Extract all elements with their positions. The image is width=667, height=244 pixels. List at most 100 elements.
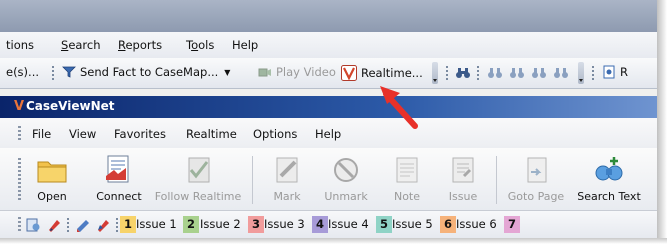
main-toolbar: Open Connect Follow Realtime Mark Unmark… — [0, 148, 657, 211]
issue-5-label[interactable]: Issue 5 — [392, 217, 433, 231]
issue-separator — [67, 218, 69, 232]
screenshot-edge-shadow — [0, 238, 667, 244]
issue-button[interactable]: Issue — [440, 152, 486, 208]
toolbar-overflow-handle[interactable] — [578, 62, 584, 84]
issue-4-chip[interactable]: 4 — [312, 216, 329, 233]
truncated-button-right-label: R — [620, 65, 628, 79]
connect-button[interactable]: Connect — [91, 152, 147, 208]
binoculars-icon[interactable] — [455, 66, 471, 83]
toolbar-separator — [52, 66, 54, 80]
unmark-label: Unmark — [324, 190, 368, 203]
menu-item-options[interactable]: tions — [6, 38, 34, 52]
dropdown-arrow-icon[interactable]: ▼ — [224, 68, 230, 77]
menu-item-reports[interactable]: Reports — [118, 38, 162, 52]
issue-highlight-icon[interactable] — [46, 217, 62, 233]
issue-marker-icon[interactable] — [75, 217, 91, 233]
connect-icon — [102, 154, 136, 186]
document-icon — [602, 65, 616, 79]
issue-3-label[interactable]: Issue 3 — [264, 217, 305, 231]
note-icon — [390, 154, 424, 186]
mark-label: Mark — [273, 190, 301, 203]
menu-item-options[interactable]: Options — [253, 127, 297, 141]
find-next-icon[interactable] — [509, 66, 525, 83]
issue-6-label[interactable]: Issue 6 — [456, 217, 497, 231]
issue-3-chip[interactable]: 3 — [248, 216, 265, 233]
caseview-logo-icon: V — [14, 99, 25, 114]
play-video-button[interactable]: Play Video — [258, 65, 336, 79]
menu-item-view[interactable]: View — [69, 127, 96, 141]
truncated-button-left-label: e(s)... — [6, 65, 40, 79]
menu-item-file[interactable]: File — [32, 127, 51, 141]
issue-4-label[interactable]: Issue 4 — [328, 217, 369, 231]
mark-icon — [270, 154, 304, 186]
issue-2-label[interactable]: Issue 2 — [200, 217, 241, 231]
host-toolbar: e(s)... Send Fact to CaseMap... ▼ Play V… — [0, 58, 657, 89]
follow-realtime-button[interactable]: Follow Realtime — [152, 152, 244, 208]
unmark-button[interactable]: Unmark — [318, 152, 374, 208]
unmark-icon — [329, 154, 363, 186]
realtime-logo-icon — [341, 65, 357, 81]
menu-item-tools[interactable]: Tools — [186, 38, 214, 52]
toolbar-overflow-handle[interactable] — [432, 62, 438, 84]
search-text-icon — [592, 154, 626, 186]
menu-item-help[interactable]: Help — [315, 127, 341, 141]
menu-item-search[interactable]: Search — [61, 38, 101, 52]
app-menubar: File View Favorites Realtime Options Hel… — [0, 118, 657, 149]
truncated-button-right[interactable]: R — [602, 65, 628, 79]
issue-7-chip[interactable]: 7 — [504, 216, 521, 233]
search-text-label: Search Text — [577, 190, 641, 203]
menu-tools-rest: ols — [198, 38, 215, 52]
screenshot-edge-shadow — [657, 0, 667, 244]
issue-6-chip[interactable]: 6 — [440, 216, 457, 233]
realtime-label: Realtime... — [361, 66, 423, 80]
menu-item-realtime[interactable]: Realtime — [186, 127, 237, 141]
note-button[interactable]: Note — [384, 152, 430, 208]
note-label: Note — [393, 190, 421, 203]
menu-item-help[interactable]: Help — [232, 38, 258, 52]
toolbar-separator — [477, 66, 479, 80]
issue-toolbar-grip[interactable] — [18, 217, 21, 233]
app-titlebar: V CaseViewNet — [0, 96, 657, 118]
toolbar-separator — [592, 66, 594, 80]
send-fact-label: Send Fact to CaseMap... — [80, 65, 219, 79]
video-icon — [258, 65, 272, 79]
menubar-grip[interactable] — [18, 126, 21, 140]
follow-icon — [181, 154, 215, 186]
screenshot-frame: tions Search Reports Tools Help e(s)... … — [0, 0, 657, 244]
menu-reports-rest: eports — [125, 38, 163, 52]
toolbar-grip[interactable] — [18, 158, 21, 202]
app-title: CaseViewNet — [26, 99, 115, 113]
send-fact-button[interactable]: Send Fact to CaseMap... ▼ — [62, 65, 230, 79]
realtime-button[interactable]: Realtime... — [341, 65, 423, 81]
issue-toolbar: 1 Issue 1 2 Issue 2 3 Issue 3 4 Issue 4 … — [0, 211, 657, 238]
find-last-icon[interactable] — [553, 66, 569, 83]
folder-icon — [35, 154, 69, 186]
find-previous-icon[interactable] — [487, 66, 503, 83]
issue-1-label[interactable]: Issue 1 — [136, 217, 177, 231]
menu-item-favorites[interactable]: Favorites — [114, 127, 166, 141]
goto-page-icon — [519, 154, 553, 186]
search-text-button[interactable]: Search Text — [573, 152, 645, 208]
truncated-button-left[interactable]: e(s)... — [6, 65, 39, 79]
toolbar-separator — [446, 66, 448, 80]
filter-icon — [62, 65, 76, 79]
issue-1-chip[interactable]: 1 — [120, 216, 137, 233]
issue-2-chip[interactable]: 2 — [183, 216, 200, 233]
play-video-label: Play Video — [276, 65, 336, 79]
issue-icon — [446, 154, 480, 186]
find-first-icon[interactable] — [531, 66, 547, 83]
open-label: Open — [37, 190, 67, 203]
issue-separator — [116, 218, 118, 232]
issue-pen-icon[interactable] — [95, 217, 111, 233]
goto-page-button[interactable]: Goto Page — [505, 152, 567, 208]
issue-filter-icon[interactable] — [26, 217, 42, 233]
follow-realtime-label: Follow Realtime — [154, 190, 242, 203]
host-menubar: tions Search Reports Tools Help — [0, 32, 657, 58]
issue-label: Issue — [448, 190, 478, 203]
connect-label: Connect — [96, 190, 142, 203]
toolbar-separator — [252, 156, 253, 204]
mark-button[interactable]: Mark — [264, 152, 310, 208]
open-button[interactable]: Open — [29, 152, 75, 208]
host-titlebar — [0, 0, 657, 32]
issue-5-chip[interactable]: 5 — [376, 216, 393, 233]
